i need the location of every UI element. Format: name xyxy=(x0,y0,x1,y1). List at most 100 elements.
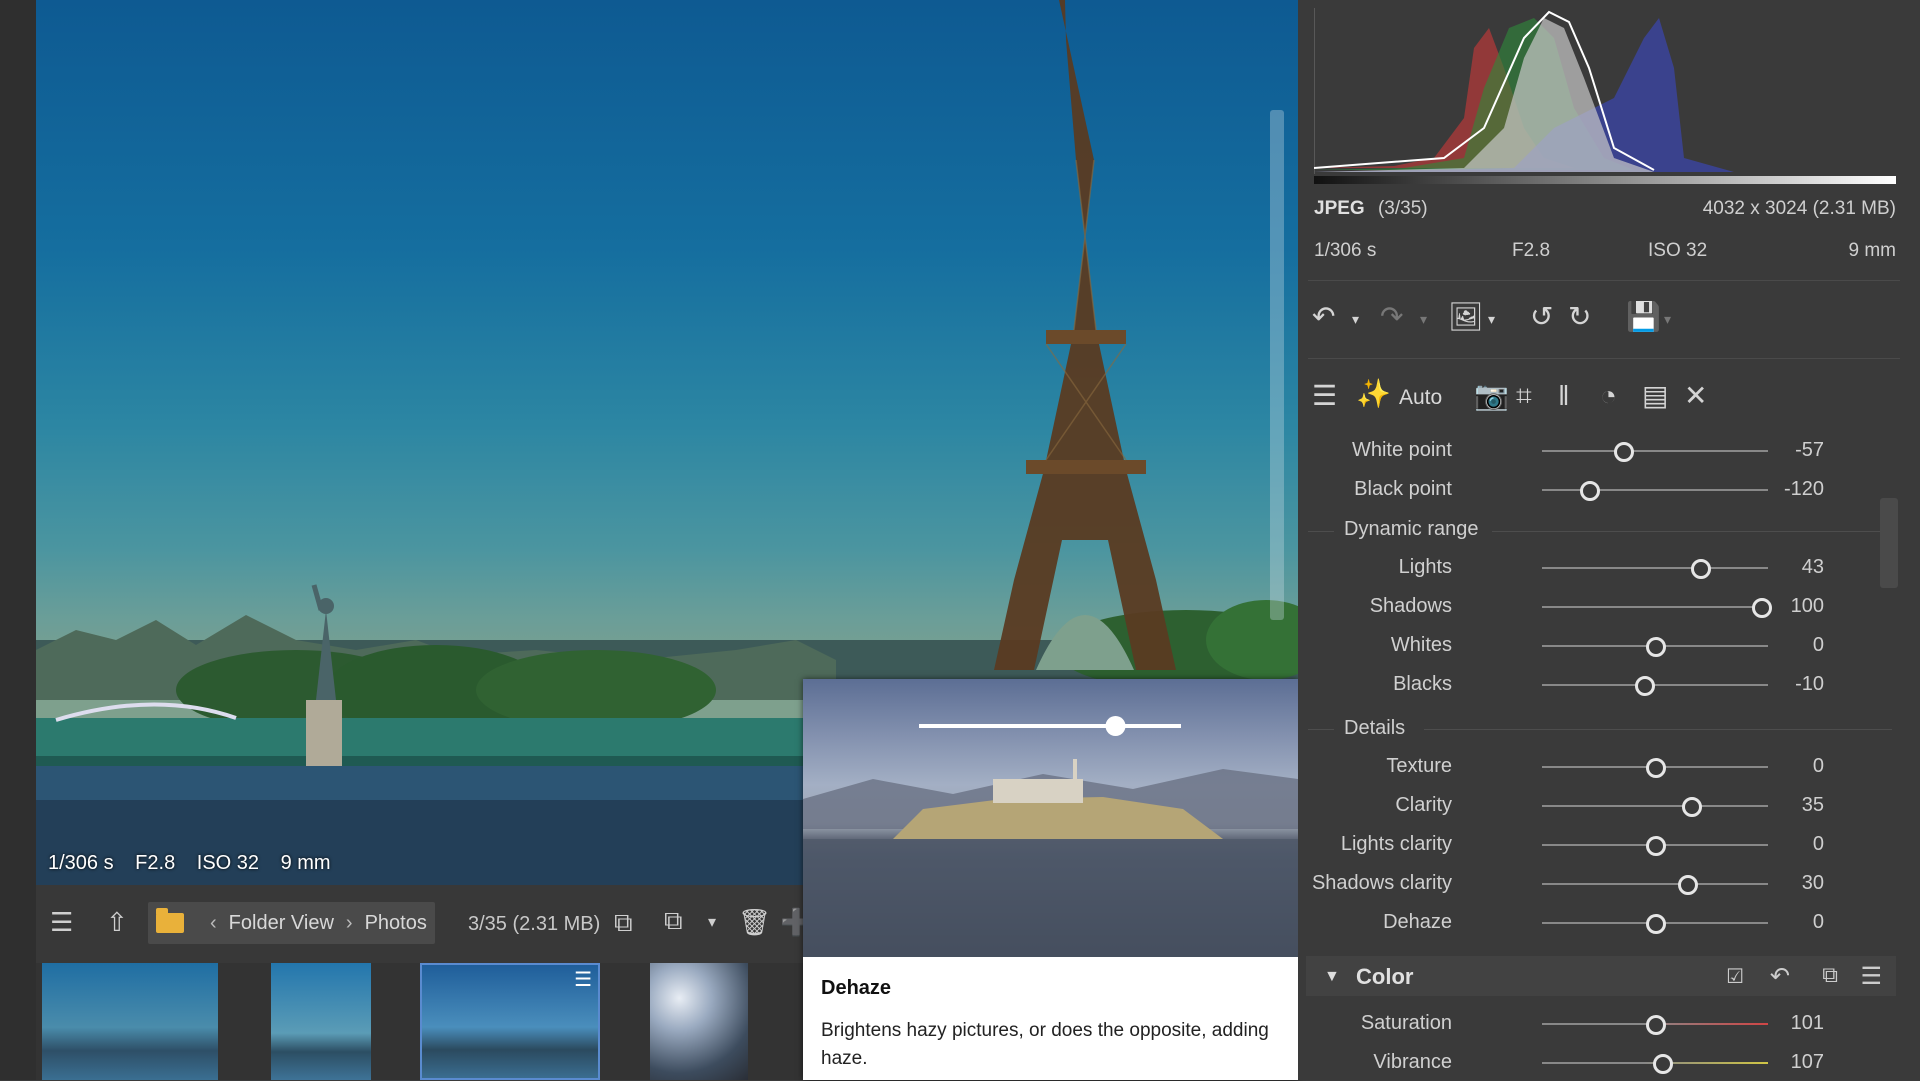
file-dimensions: 4032 x 3024 (2.31 MB) xyxy=(1702,198,1896,219)
details-header[interactable]: Details xyxy=(1344,717,1405,740)
slider-knob[interactable] xyxy=(1691,559,1712,579)
batch-icon[interactable]: ⧉ xyxy=(664,907,683,933)
preview-dropdown-icon[interactable]: ▾ xyxy=(1488,312,1495,326)
undo-dropdown-icon[interactable]: ▾ xyxy=(1352,312,1359,326)
delete-icon[interactable]: 🗑 xyxy=(738,909,771,935)
slider-knob[interactable] xyxy=(1614,442,1635,462)
crop-icon[interactable]: ⌗ xyxy=(1516,382,1532,410)
camera-icon[interactable]: 📷 xyxy=(1474,382,1509,410)
healing-icon[interactable]: ✕ xyxy=(1684,382,1707,410)
menu-icon[interactable]: ☰ xyxy=(1860,962,1882,991)
slider-row-black-point: Black point -120 xyxy=(1298,472,1898,508)
slider-value[interactable]: 0 xyxy=(1813,755,1824,778)
slider-track[interactable] xyxy=(1542,805,1768,807)
group-line xyxy=(1308,531,1334,532)
slider-value[interactable]: 101 xyxy=(1791,1012,1824,1035)
rotate-right-icon[interactable]: ↻ xyxy=(1568,303,1591,331)
file-type: JPEG xyxy=(1314,198,1365,219)
slider-knob[interactable] xyxy=(1646,1015,1666,1035)
slider-value[interactable]: -120 xyxy=(1784,478,1824,501)
slider-track[interactable] xyxy=(1542,606,1768,608)
slider-row-lights-clarity: Lights clarity 0 xyxy=(1298,827,1898,863)
perspective-icon[interactable]: ‖ xyxy=(1558,382,1570,410)
slider-value[interactable]: 43 xyxy=(1802,556,1824,579)
photo-vertical-scrollbar[interactable] xyxy=(1270,110,1284,620)
slider-value[interactable]: 0 xyxy=(1813,634,1824,657)
slider-knob[interactable] xyxy=(1682,797,1703,817)
copy-settings-icon[interactable]: ⧉ xyxy=(1822,962,1838,988)
slider-row-texture: Texture 0 xyxy=(1298,749,1898,785)
overlay-aperture: F2.8 xyxy=(135,852,176,874)
slider-track[interactable] xyxy=(1542,450,1768,452)
batch-dropdown-icon[interactable]: ▾ xyxy=(708,915,716,931)
slider-knob[interactable] xyxy=(1634,676,1655,696)
group-line xyxy=(1308,729,1334,730)
gradient-icon[interactable]: ▤ xyxy=(1642,382,1668,410)
divider xyxy=(1308,358,1900,359)
slider-value[interactable]: 0 xyxy=(1813,911,1824,934)
slider-row-lights: Lights 43 xyxy=(1298,550,1898,586)
redo-dropdown-icon[interactable]: ▾ xyxy=(1420,312,1427,326)
thumbnail-2[interactable] xyxy=(271,963,371,1080)
redo-icon[interactable]: ↷ xyxy=(1380,303,1403,331)
breadcrumb-photos[interactable]: Photos xyxy=(365,912,427,935)
slider-value[interactable]: -57 xyxy=(1795,439,1824,462)
save-dropdown-icon[interactable]: ▾ xyxy=(1664,312,1671,326)
slider-label: Texture xyxy=(1386,755,1452,777)
slider-value[interactable]: 0 xyxy=(1813,833,1824,856)
folder-icon xyxy=(156,908,184,933)
slider-value[interactable]: 30 xyxy=(1802,872,1824,895)
thumbnail-3[interactable]: ☰ xyxy=(420,963,600,1080)
adjustments-icon[interactable]: ☰ xyxy=(1312,382,1337,410)
slider-label: Black point xyxy=(1354,478,1452,500)
overlay-shutter: 1/306 s xyxy=(48,852,114,874)
image-count-label: 3/35 (2.31 MB) xyxy=(468,913,601,935)
collapse-triangle-icon[interactable]: ▼ xyxy=(1324,968,1340,986)
slider-value[interactable]: 100 xyxy=(1791,595,1824,618)
slider-knob[interactable] xyxy=(1652,1054,1673,1074)
slider-label: Saturation xyxy=(1360,1012,1452,1034)
auto-label[interactable]: Auto xyxy=(1399,386,1442,410)
undo-icon[interactable]: ↶ xyxy=(1312,303,1335,331)
auto-ai-icon[interactable]: ✨ xyxy=(1356,380,1391,408)
slider-label: Blacks xyxy=(1393,673,1452,695)
slider-value[interactable]: -10 xyxy=(1795,673,1824,696)
slider-knob[interactable] xyxy=(1677,875,1698,895)
slider-knob[interactable] xyxy=(1752,598,1773,618)
copy-icon[interactable]: ⧉ xyxy=(614,909,633,935)
panel-scrollbar[interactable] xyxy=(1880,498,1898,588)
chevron-left-icon[interactable]: ‹ xyxy=(210,912,217,935)
dehaze-preview-image xyxy=(803,679,1298,957)
chevron-right-icon: › xyxy=(345,911,353,934)
thumbnail-1[interactable] xyxy=(42,963,218,1080)
slider-value[interactable]: 35 xyxy=(1802,794,1824,817)
dehaze-tooltip: Dehaze Brightens hazy pictures, or does … xyxy=(803,679,1298,1080)
slider-track[interactable] xyxy=(1542,567,1768,569)
slider-value[interactable]: 107 xyxy=(1791,1051,1824,1074)
checkbox-icon[interactable]: ☑ xyxy=(1726,964,1744,989)
slider-knob[interactable] xyxy=(1646,914,1666,934)
breadcrumb-folder-view[interactable]: Folder View xyxy=(229,912,334,935)
slider-row-saturation: Saturation 101 xyxy=(1298,1006,1898,1042)
group-line xyxy=(1424,729,1892,730)
reset-icon[interactable]: ↶ xyxy=(1770,962,1790,991)
image-preview-icon[interactable]: 🖼 xyxy=(1448,303,1484,331)
folder-up-icon[interactable]: ⇧ xyxy=(106,909,128,935)
slider-track[interactable] xyxy=(1542,883,1768,885)
dynamic-range-header[interactable]: Dynamic range xyxy=(1344,518,1479,541)
color-section-header[interactable]: ▼ Color ☑ ↶ ⧉ ☰ xyxy=(1306,956,1896,996)
slider-knob[interactable] xyxy=(1580,481,1601,501)
slider-knob[interactable] xyxy=(1646,758,1666,778)
rotate-left-icon[interactable]: ↺ xyxy=(1530,303,1553,331)
slider-label: Shadows clarity xyxy=(1311,872,1452,894)
slider-knob[interactable] xyxy=(1646,637,1666,657)
brush-icon[interactable]: ◔ xyxy=(1600,382,1617,410)
slider-knob[interactable] xyxy=(1646,836,1666,856)
slider-track[interactable] xyxy=(1542,684,1768,686)
histogram xyxy=(1313,8,1896,184)
sort-icon[interactable]: ☰ xyxy=(50,909,73,935)
slider-track[interactable] xyxy=(1542,489,1768,491)
right-develop-panel: JPEG (3/35) 4032 x 3024 (2.31 MB) 1/306 … xyxy=(1298,0,1920,1080)
save-icon[interactable]: 💾 xyxy=(1626,303,1661,331)
thumbnail-4[interactable] xyxy=(650,963,748,1080)
